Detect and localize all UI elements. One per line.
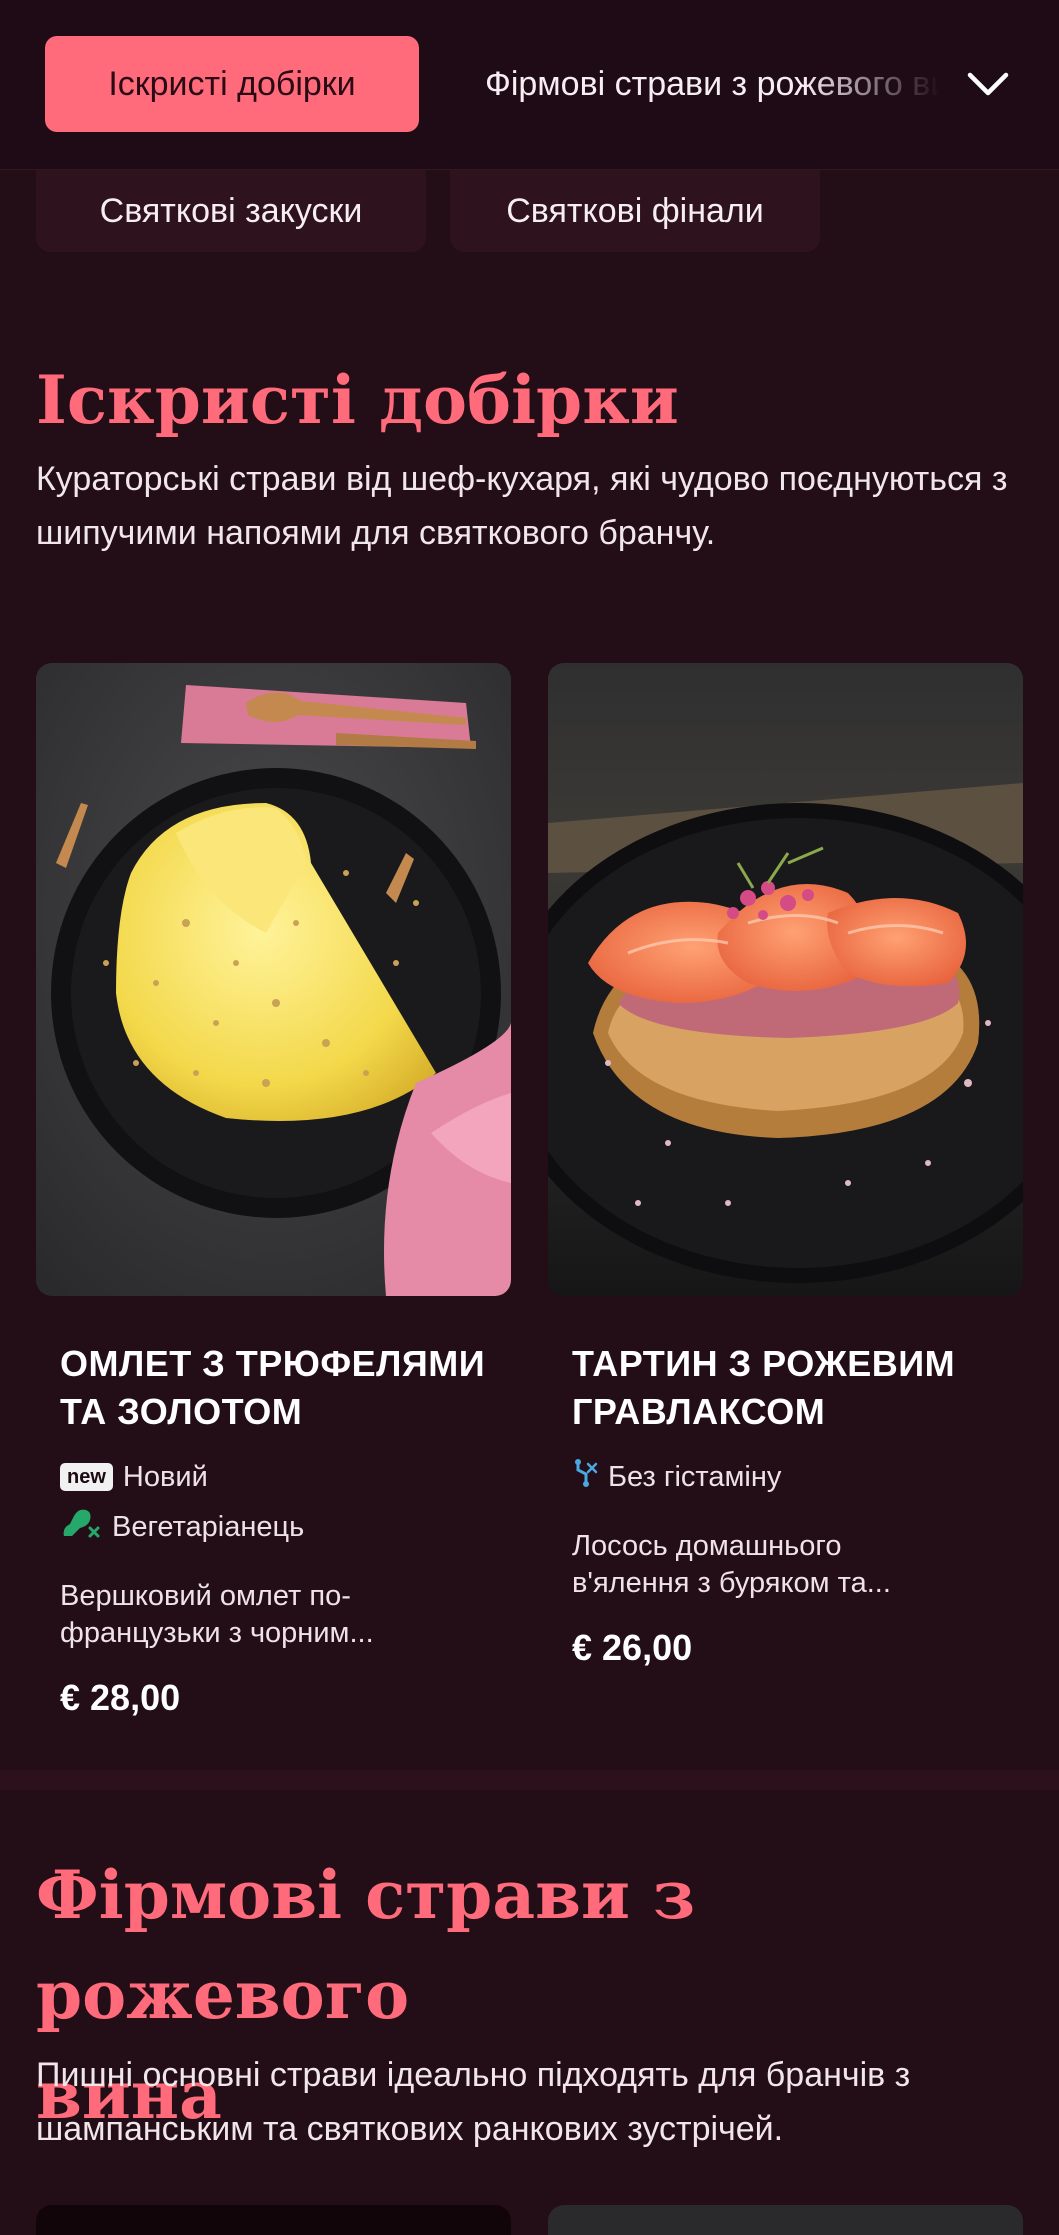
item-price: € 28,00 xyxy=(60,1677,181,1718)
item-price: € 26,00 xyxy=(572,1627,693,1668)
category-chip-snacks[interactable]: Святкові закуски xyxy=(36,170,426,252)
category-tab-active[interactable]: Іскристі добірки xyxy=(45,36,419,132)
tag-new: new Новий xyxy=(60,1457,208,1497)
section-description: Кураторські страви від шеф-кухаря, які ч… xyxy=(36,460,1008,552)
item-title[interactable]: ТАРТИН З РОЖЕВИМ ГРАВЛАКСОМ xyxy=(572,1340,1012,1436)
histamine-free-icon xyxy=(572,1458,598,1496)
item-image[interactable] xyxy=(36,2205,511,2235)
item-title-line: ТА ЗОЛОТОМ xyxy=(60,1391,303,1432)
item-description: Лосось домашнього в'ялення з буряком та.… xyxy=(572,1528,1002,1602)
section-description: Пишні основні страви ідеально підходять … xyxy=(36,2056,911,2148)
tag-label: Новий xyxy=(122,1460,208,1493)
chevron-down-icon[interactable] xyxy=(960,60,1016,108)
item-title[interactable]: ОМЛЕТ З ТРЮФЕЛЯМИ ТА ЗОЛОТОМ xyxy=(60,1340,500,1436)
new-badge: new xyxy=(60,1463,113,1491)
item-description-line: Вершковий омлет по- xyxy=(60,1580,351,1612)
tag-label: Без гістаміну xyxy=(608,1460,782,1493)
section-title: Іскристі добірки xyxy=(36,361,679,439)
omelette-image[interactable] xyxy=(36,663,511,1296)
tag-vegetarian: Вегетаріанець xyxy=(60,1507,304,1547)
item-image[interactable] xyxy=(548,2205,1023,2235)
section-divider xyxy=(0,1770,1059,1790)
tag-histamine-free: Без гістаміну xyxy=(572,1457,781,1497)
item-description-line: в'ялення з буряком та... xyxy=(572,1567,891,1599)
vegetarian-icon xyxy=(60,1506,102,1548)
item-description-line: Лосось домашнього xyxy=(572,1530,842,1562)
item-title-line: ГРАВЛАКСОМ xyxy=(572,1391,826,1432)
tag-label: Вегетаріанець xyxy=(112,1510,305,1543)
category-nav: Іскристі добірки Фірмові страви з рожево… xyxy=(0,0,1059,170)
category-chip-finales[interactable]: Святкові фінали xyxy=(450,170,820,252)
item-description: Вершковий омлет по- французьки з чорним.… xyxy=(60,1578,490,1652)
gravlax-tartine-image[interactable] xyxy=(548,663,1023,1296)
item-title-line: ТАРТИН З РОЖЕВИМ xyxy=(572,1343,956,1384)
item-title-line: ОМЛЕТ З ТРЮФЕЛЯМИ xyxy=(60,1343,486,1384)
item-description-line: французьки з чорним... xyxy=(60,1617,374,1649)
category-tab-next[interactable]: Фірмові страви з рожевого вина xyxy=(485,36,940,132)
section-title-line: Фірмові страви з рожевого xyxy=(36,1856,696,2034)
